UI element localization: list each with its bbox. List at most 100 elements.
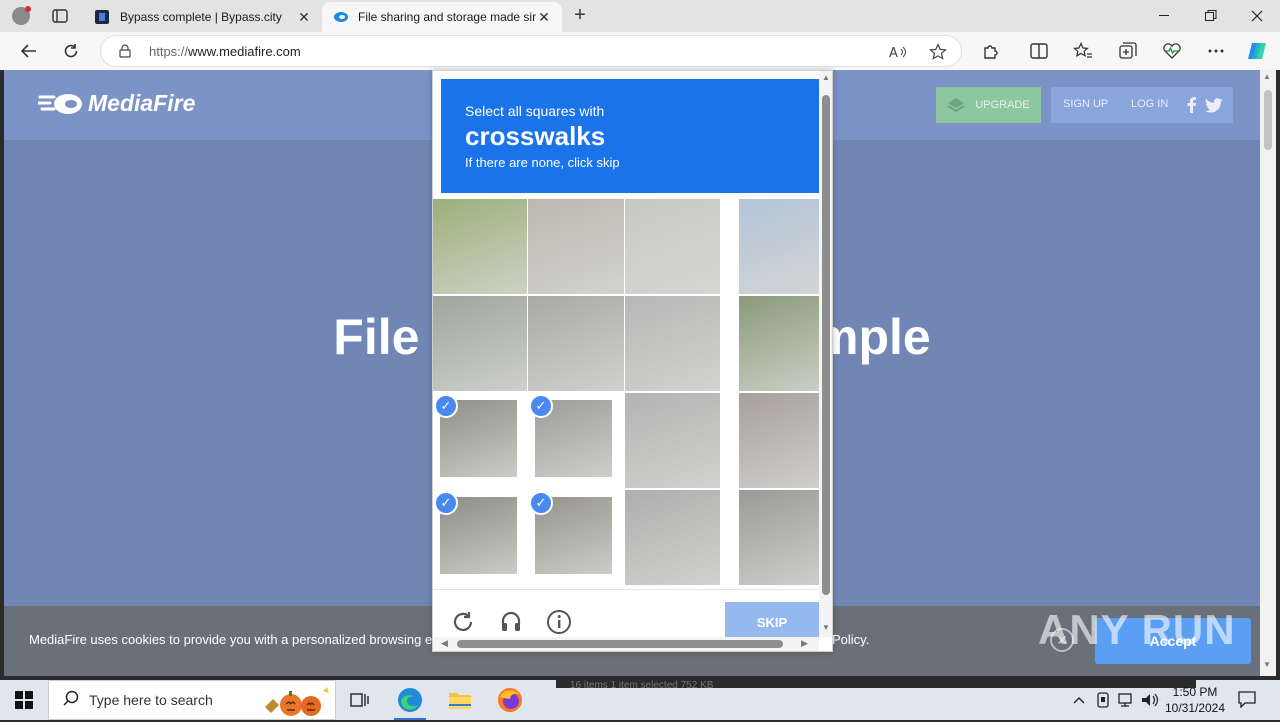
volume-icon[interactable] xyxy=(1141,690,1159,710)
selected-check-icon: ✓ xyxy=(434,394,458,418)
twitter-icon[interactable] xyxy=(1205,98,1223,116)
page-scrollbar[interactable]: ▲ ▼ xyxy=(1260,70,1276,676)
new-tab-button[interactable]: + xyxy=(568,4,592,28)
facebook-icon[interactable] xyxy=(1185,97,1197,116)
captcha-tile-r4c1[interactable]: ✓ xyxy=(433,490,527,585)
close-tab-icon[interactable]: ✕ xyxy=(296,9,312,26)
info-icon[interactable] xyxy=(545,608,573,636)
copilot-button[interactable] xyxy=(1244,39,1270,63)
captcha-tile-r2c2[interactable] xyxy=(528,296,624,391)
reload-challenge-icon[interactable] xyxy=(449,608,477,636)
network-icon[interactable] xyxy=(1117,690,1135,710)
captcha-tile-r2c3[interactable] xyxy=(625,296,720,391)
captcha-hscroll-thumb[interactable] xyxy=(457,640,783,648)
logo-text: MediaFire xyxy=(88,90,196,116)
split-screen-button[interactable] xyxy=(1026,39,1052,63)
restore-button[interactable] xyxy=(1188,0,1234,32)
captcha-tile-r1c3[interactable] xyxy=(625,199,720,294)
url-host: www.mediafire.com xyxy=(188,44,301,59)
tab-bypass[interactable]: Bypass complete | Bypass.city ✕ xyxy=(84,2,322,32)
settings-menu-button[interactable] xyxy=(1203,39,1229,63)
skip-button[interactable]: SKIP xyxy=(725,602,819,642)
captcha-tile-image xyxy=(739,490,819,585)
start-button[interactable] xyxy=(0,680,48,720)
firefox-icon xyxy=(498,688,522,712)
device-icon[interactable] xyxy=(1094,690,1112,710)
file-explorer-taskbar-button[interactable] xyxy=(436,680,484,720)
captcha-tile-image xyxy=(625,393,720,488)
clock-time: 1:50 PM xyxy=(1172,685,1218,699)
refresh-button[interactable] xyxy=(58,39,84,63)
anyrun-watermark: ANY RUN xyxy=(1038,606,1236,654)
scroll-up-arrow-icon[interactable]: ▲ xyxy=(822,73,830,82)
tab-title: Bypass complete | Bypass.city xyxy=(120,10,282,24)
address-bar[interactable]: https://www.mediafire.com A xyxy=(100,35,962,67)
recaptcha-challenge: Select all squares with crosswalks If th… xyxy=(432,70,833,652)
taskbar-search-box[interactable]: Type here to search xyxy=(48,680,336,720)
instruction-line3: If there are none, click skip xyxy=(465,155,620,170)
system-clock[interactable]: 1:50 PM 10/31/2024 xyxy=(1160,684,1230,716)
favorites-list-icon xyxy=(1073,42,1092,58)
captcha-tile-r3c2[interactable]: ✓ xyxy=(528,393,624,488)
tab-mediafire[interactable]: File sharing and storage made simple ✕ xyxy=(322,2,562,32)
captcha-vertical-scrollbar[interactable]: ▲ ▼ xyxy=(819,71,832,637)
url-text[interactable]: https://www.mediafire.com xyxy=(149,44,301,59)
scroll-left-arrow-icon[interactable]: ◀ xyxy=(441,638,448,649)
show-hidden-icons-chevron-icon[interactable] xyxy=(1070,690,1088,710)
captcha-tile-r2c1[interactable] xyxy=(433,296,527,391)
captcha-tile-r1c2[interactable] xyxy=(528,199,624,294)
profile-button[interactable] xyxy=(8,4,34,28)
firefox-taskbar-button[interactable] xyxy=(486,680,534,720)
split-screen-icon xyxy=(1030,43,1048,59)
close-window-button[interactable] xyxy=(1234,0,1280,32)
captcha-tile-r3c4[interactable] xyxy=(739,393,819,488)
background-window-status: 16 items 1 item selected 752 KB xyxy=(556,680,1196,691)
mediafire-favicon-icon xyxy=(332,9,348,25)
close-tab-icon[interactable]: ✕ xyxy=(536,9,552,26)
scroll-right-arrow-icon[interactable]: ▶ xyxy=(801,638,808,649)
captcha-tile-r3c1[interactable]: ✓ xyxy=(433,393,527,488)
windows-taskbar: 16 items 1 item selected 752 KB Type her… xyxy=(0,680,1280,720)
captcha-tile-r3c3[interactable] xyxy=(625,393,720,488)
scroll-up-arrow-icon[interactable]: ▲ xyxy=(1263,72,1271,81)
lock-icon[interactable] xyxy=(119,44,131,63)
edge-taskbar-button[interactable] xyxy=(386,680,434,720)
collections-button[interactable] xyxy=(1115,39,1141,63)
favorite-star-icon[interactable] xyxy=(927,42,949,62)
background-status-text: 16 items 1 item selected 752 KB xyxy=(570,680,714,691)
captcha-tile-image xyxy=(739,199,819,294)
captcha-tile-r4c2[interactable]: ✓ xyxy=(528,490,624,585)
captcha-horizontal-scrollbar[interactable]: ◀ ▶ xyxy=(433,637,819,651)
browser-essentials-button[interactable] xyxy=(1159,39,1185,63)
privacy-policy-link[interactable]: Policy. xyxy=(832,632,869,647)
captcha-scroll-thumb[interactable] xyxy=(822,95,830,595)
notifications-icon[interactable] xyxy=(1238,689,1256,709)
tab-actions-button[interactable] xyxy=(48,6,72,26)
captcha-tile-image xyxy=(625,199,720,294)
page-scroll-thumb[interactable] xyxy=(1264,90,1272,150)
captcha-tile-r2c4[interactable] xyxy=(739,296,819,391)
mediafire-logo[interactable]: MediaFire xyxy=(38,90,195,117)
captcha-tile-r4c4[interactable] xyxy=(739,490,819,585)
notification-dot xyxy=(25,6,31,12)
minimize-button[interactable] xyxy=(1142,0,1188,32)
upgrade-button[interactable]: UPGRADE xyxy=(936,87,1041,123)
read-aloud-icon[interactable]: A xyxy=(887,42,909,62)
captcha-tile-r4c3[interactable] xyxy=(625,490,720,585)
scroll-down-arrow-icon[interactable]: ▼ xyxy=(822,623,830,632)
tab-actions-icon xyxy=(52,9,68,23)
tab-bar: Bypass complete | Bypass.city ✕ File sha… xyxy=(0,0,1280,32)
back-button[interactable] xyxy=(16,39,42,63)
selected-check-icon: ✓ xyxy=(434,491,458,515)
selected-check-icon: ✓ xyxy=(529,491,553,515)
instruction-line1: Select all squares with xyxy=(465,103,605,119)
favorites-button[interactable] xyxy=(1070,39,1096,63)
scroll-down-arrow-icon[interactable]: ▼ xyxy=(1263,660,1271,669)
task-view-button[interactable] xyxy=(336,680,384,720)
extensions-button[interactable] xyxy=(978,39,1004,63)
captcha-tile-r1c1[interactable] xyxy=(433,199,527,294)
sign-up-link[interactable]: SIGN UP xyxy=(1063,98,1108,110)
log-in-link[interactable]: LOG IN xyxy=(1131,98,1168,110)
captcha-tile-r1c4[interactable] xyxy=(739,199,819,294)
audio-challenge-icon[interactable] xyxy=(497,608,525,636)
